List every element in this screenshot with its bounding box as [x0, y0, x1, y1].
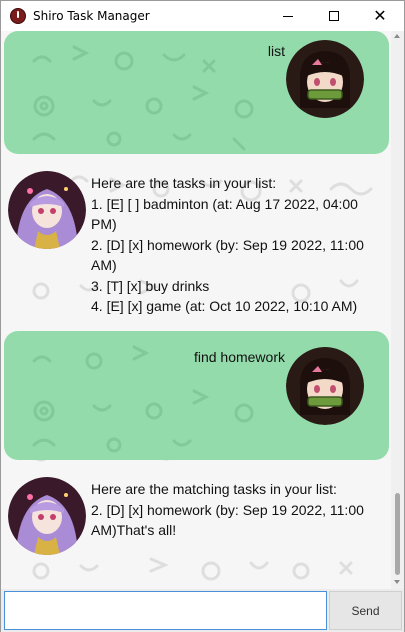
scrollbar-thumb[interactable] [395, 493, 400, 575]
vertical-scrollbar[interactable] [391, 31, 404, 589]
bot-message-text: Here are the matching tasks in your list… [91, 481, 364, 538]
user-avatar [286, 347, 364, 425]
user-message-text: list [267, 43, 285, 59]
user-message-text: find homework [193, 349, 285, 365]
maximize-button[interactable] [311, 1, 357, 31]
input-bar: Send [1, 589, 404, 632]
user-dialog-box: list [4, 31, 389, 154]
bot-dialog-box: Here are the tasks in your list: 1. [E] … [1, 159, 391, 315]
dialog-container[interactable]: list Here are the tasks in your list: 1.… [1, 31, 391, 589]
bot-message-text: Here are the tasks in your list: 1. [E] … [91, 175, 364, 314]
maximize-icon [329, 11, 339, 21]
title-bar[interactable]: Shiro Task Manager ✕ [1, 1, 404, 31]
window-title: Shiro Task Manager [33, 9, 150, 23]
bot-avatar [8, 477, 86, 555]
close-button[interactable]: ✕ [357, 1, 403, 31]
bot-avatar [8, 171, 86, 249]
scroll-down-arrow-icon[interactable] [394, 580, 400, 584]
app-window: Shiro Task Manager ✕ list Here are the t… [0, 0, 405, 632]
user-avatar [286, 40, 364, 118]
bot-dialog-box: Here are the matching tasks in your list… [1, 465, 391, 575]
power-icon [10, 8, 26, 24]
send-button[interactable]: Send [329, 591, 402, 630]
minimize-icon [283, 15, 293, 17]
user-dialog-box: find homework [4, 331, 389, 460]
user-input-field[interactable] [4, 591, 327, 630]
minimize-button[interactable] [265, 1, 311, 31]
close-icon: ✕ [373, 6, 387, 25]
scroll-up-arrow-icon[interactable] [394, 34, 400, 38]
